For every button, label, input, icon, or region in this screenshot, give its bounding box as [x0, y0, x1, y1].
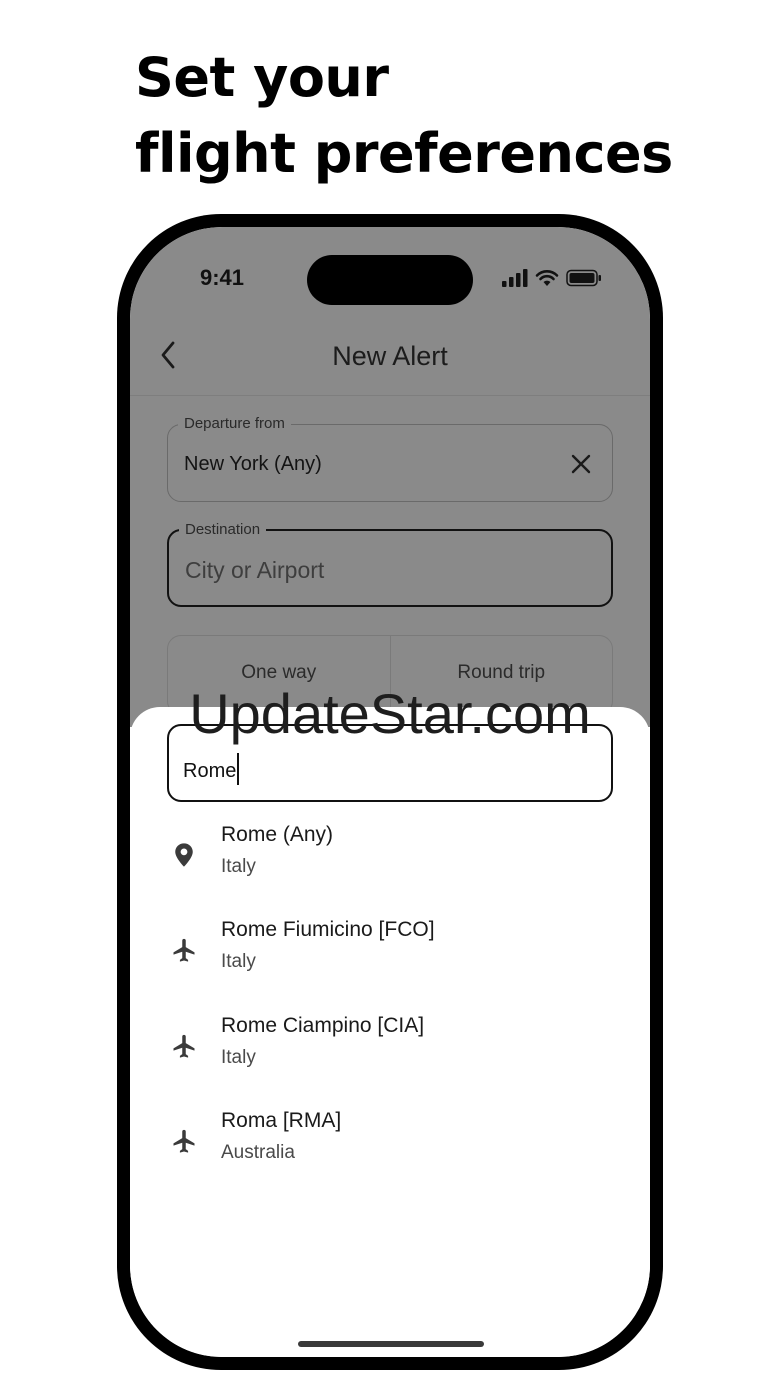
status-time: 9:41 — [200, 265, 245, 290]
search-input-value: Rome — [183, 753, 240, 785]
airplane-icon — [173, 1129, 195, 1153]
destination-field[interactable]: Destination City or Airport — [167, 521, 613, 607]
result-item[interactable]: Rome Fiumicino [FCO] Italy — [130, 918, 650, 998]
airplane-icon — [173, 938, 195, 962]
wifi-icon — [535, 270, 559, 286]
home-indicator[interactable] — [298, 1341, 484, 1347]
text-caret — [237, 753, 240, 785]
departure-field[interactable]: Departure from New York (Any) — [167, 415, 613, 502]
dimmed-background[interactable]: 9:41 New Alert Departure from New York (… — [130, 227, 650, 727]
result-subtitle: Australia — [221, 1142, 295, 1163]
departure-label: Departure from — [178, 415, 291, 432]
location-pin-icon — [175, 843, 193, 867]
page-title: New Alert — [332, 341, 448, 371]
headline: Set your flight preferences — [135, 40, 755, 192]
search-sheet: Rome Rome (Any) Italy Rome Fiumicino [FC… — [130, 707, 650, 1357]
dynamic-island — [307, 255, 473, 305]
watermark: UpdateStar.com — [189, 682, 591, 745]
airplane-icon — [173, 1034, 195, 1058]
result-item[interactable]: Roma [RMA] Australia — [130, 1109, 650, 1189]
result-title: Rome Fiumicino [FCO] — [221, 918, 435, 941]
headline-line-2: flight preferences — [135, 122, 673, 185]
close-icon[interactable] — [570, 453, 592, 475]
status-icons — [502, 267, 602, 289]
result-subtitle: Italy — [221, 951, 256, 972]
result-item[interactable]: Rome Ciampino [CIA] Italy — [130, 1014, 650, 1094]
result-title: Roma [RMA] — [221, 1109, 342, 1132]
result-title: Rome (Any) — [221, 823, 334, 846]
result-title: Rome Ciampino [CIA] — [221, 1014, 425, 1037]
phone-screen: 9:41 New Alert Departure from New York (… — [130, 227, 650, 1357]
signal-icon — [502, 269, 528, 287]
departure-value: New York (Any) — [184, 453, 322, 475]
destination-placeholder: City or Airport — [185, 557, 325, 583]
destination-label: Destination — [179, 521, 267, 538]
headline-line-1: Set your — [135, 46, 389, 109]
phone-frame: 9:41 New Alert Departure from New York (… — [117, 214, 663, 1370]
result-subtitle: Italy — [221, 1047, 256, 1068]
result-subtitle: Italy — [221, 856, 256, 877]
battery-icon — [566, 269, 601, 287]
nav-bar: New Alert — [130, 317, 650, 396]
result-item[interactable]: Rome (Any) Italy — [130, 823, 650, 903]
